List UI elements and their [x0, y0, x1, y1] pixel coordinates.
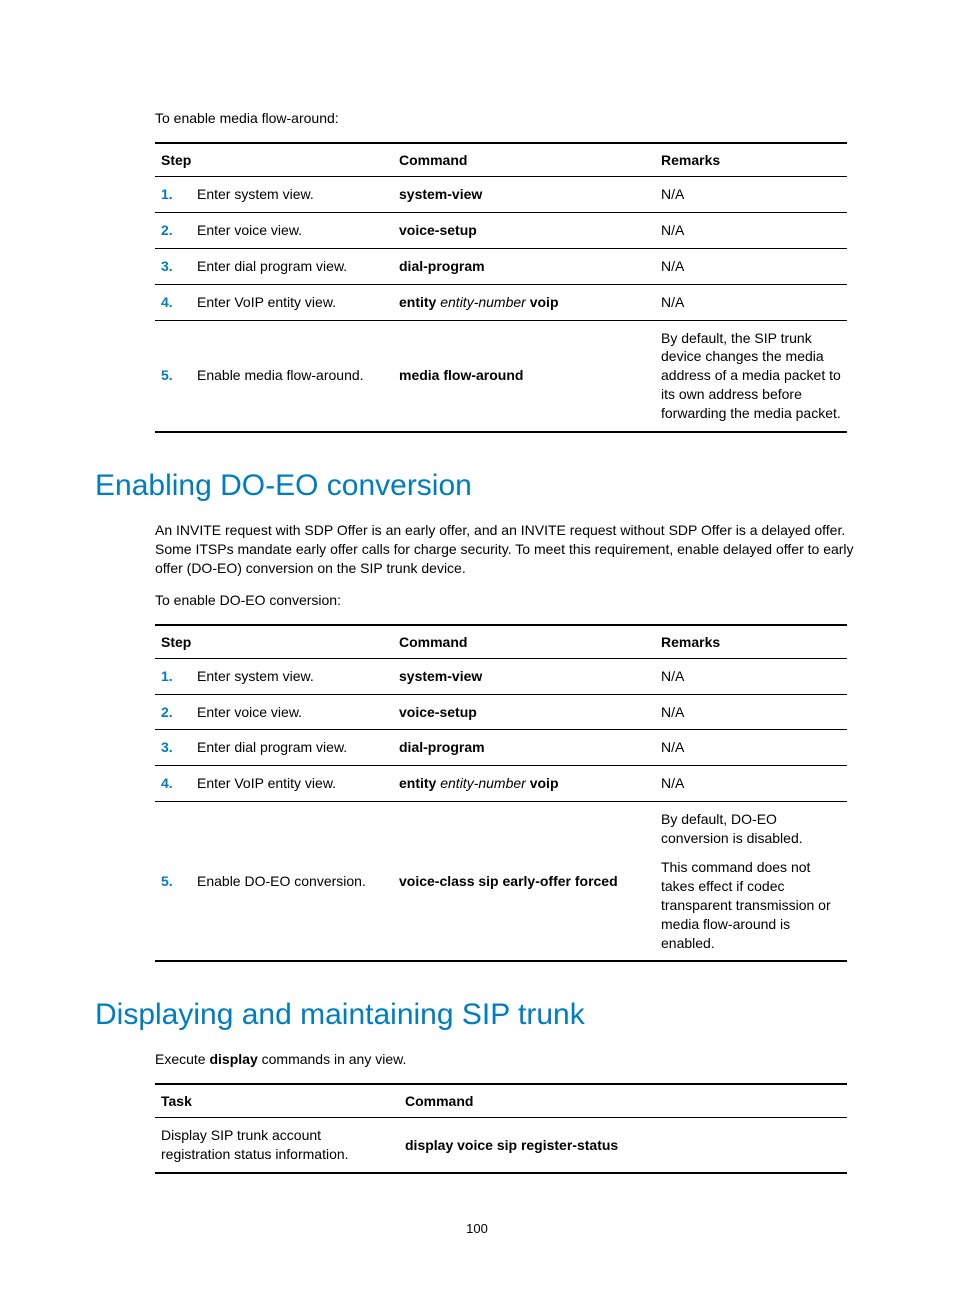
command-text: entity entity-number voip	[393, 766, 655, 802]
command-text: voice-setup	[393, 212, 655, 248]
col-header-command: Command	[399, 1084, 847, 1118]
cmd-bold: voice-setup	[399, 222, 477, 238]
table-row: 5. Enable DO-EO conversion. voice-class …	[155, 802, 847, 962]
step-number: 3.	[155, 248, 191, 284]
col-header-command: Command	[393, 625, 655, 659]
text-pre: Execute	[155, 1051, 209, 1067]
command-text: dial-program	[393, 248, 655, 284]
remarks-para-2: This command does not takes effect if co…	[661, 858, 841, 952]
cmd-bold: dial-program	[399, 739, 485, 755]
cmd-bold: media flow-around	[399, 367, 523, 383]
remarks-text: N/A	[655, 694, 847, 730]
table-row: Display SIP trunk account registration s…	[155, 1118, 847, 1173]
table-row: 4. Enter VoIP entity view. entity entity…	[155, 284, 847, 320]
command-text: dial-program	[393, 730, 655, 766]
step-number: 2.	[155, 694, 191, 730]
remarks-para-1: By default, DO-EO conversion is disabled…	[661, 810, 841, 848]
command-text: media flow-around	[393, 320, 655, 432]
document-page: To enable media flow-around: Step Comman…	[0, 0, 954, 1296]
col-header-remarks: Remarks	[655, 625, 847, 659]
cmd-italic: entity-number	[436, 775, 529, 791]
cmd-bold: system-view	[399, 668, 482, 684]
cmd-bold: voice-class sip early-offer forced	[399, 873, 618, 889]
remarks-text: By default, the SIP trunk device changes…	[655, 320, 847, 432]
col-header-step: Step	[155, 625, 393, 659]
col-header-task: Task	[155, 1084, 399, 1118]
cmd-bold: display voice sip register-status	[405, 1137, 618, 1153]
command-text: voice-setup	[393, 694, 655, 730]
col-header-command: Command	[393, 143, 655, 177]
text-bold-display: display	[209, 1051, 257, 1067]
table-media-flow-around: Step Command Remarks 1. Enter system vie…	[155, 142, 847, 433]
command-text: system-view	[393, 177, 655, 213]
remarks-text: N/A	[655, 730, 847, 766]
paragraph-display-intro: Execute display commands in any view.	[155, 1050, 859, 1069]
task-text: Display SIP trunk account registration s…	[155, 1118, 399, 1173]
remarks-text: N/A	[655, 248, 847, 284]
cmd-bold: voip	[530, 775, 559, 791]
table-row: 1. Enter system view. system-view N/A	[155, 177, 847, 213]
cmd-italic: entity-number	[436, 294, 529, 310]
remarks-text: By default, DO-EO conversion is disabled…	[655, 802, 847, 962]
command-text: entity entity-number voip	[393, 284, 655, 320]
step-number: 4.	[155, 766, 191, 802]
step-text: Enter VoIP entity view.	[191, 766, 393, 802]
step-number: 2.	[155, 212, 191, 248]
step-number: 3.	[155, 730, 191, 766]
table-do-eo-conversion: Step Command Remarks 1. Enter system vie…	[155, 624, 847, 963]
cmd-bold: voip	[530, 294, 559, 310]
table-row: 2. Enter voice view. voice-setup N/A	[155, 694, 847, 730]
step-text: Enter dial program view.	[191, 248, 393, 284]
col-header-remarks: Remarks	[655, 143, 847, 177]
step-text: Enable media flow-around.	[191, 320, 393, 432]
cmd-bold: dial-program	[399, 258, 485, 274]
intro-text-media-flow: To enable media flow-around:	[155, 110, 859, 126]
table-row: 3. Enter dial program view. dial-program…	[155, 730, 847, 766]
heading-enabling-do-eo: Enabling DO-EO conversion	[95, 469, 859, 503]
step-number: 1.	[155, 658, 191, 694]
command-text: voice-class sip early-offer forced	[393, 802, 655, 962]
col-header-step: Step	[155, 143, 393, 177]
text-post: commands in any view.	[258, 1051, 407, 1067]
table-row: 5. Enable media flow-around. media flow-…	[155, 320, 847, 432]
step-text: Enter VoIP entity view.	[191, 284, 393, 320]
cmd-bold: voice-setup	[399, 704, 477, 720]
step-text: Enter voice view.	[191, 694, 393, 730]
step-text: Enter system view.	[191, 658, 393, 694]
cmd-bold: system-view	[399, 186, 482, 202]
step-number: 5.	[155, 320, 191, 432]
table-row: 1. Enter system view. system-view N/A	[155, 658, 847, 694]
cmd-bold: entity	[399, 775, 436, 791]
remarks-text: N/A	[655, 284, 847, 320]
intro-text-do-eo: To enable DO-EO conversion:	[155, 592, 859, 608]
remarks-text: N/A	[655, 658, 847, 694]
remarks-text: N/A	[655, 212, 847, 248]
table-display-commands: Task Command Display SIP trunk account r…	[155, 1083, 847, 1174]
step-text: Enable DO-EO conversion.	[191, 802, 393, 962]
paragraph-do-eo-desc: An INVITE request with SDP Offer is an e…	[155, 521, 859, 578]
command-text: system-view	[393, 658, 655, 694]
table-row: 3. Enter dial program view. dial-program…	[155, 248, 847, 284]
page-number: 100	[0, 1221, 954, 1236]
step-text: Enter system view.	[191, 177, 393, 213]
step-number: 4.	[155, 284, 191, 320]
step-number: 5.	[155, 802, 191, 962]
table-row: 2. Enter voice view. voice-setup N/A	[155, 212, 847, 248]
remarks-text: N/A	[655, 177, 847, 213]
heading-displaying-maintaining: Displaying and maintaining SIP trunk	[95, 998, 859, 1032]
remarks-text: N/A	[655, 766, 847, 802]
cmd-bold: entity	[399, 294, 436, 310]
table-row: 4. Enter VoIP entity view. entity entity…	[155, 766, 847, 802]
command-text: display voice sip register-status	[399, 1118, 847, 1173]
step-text: Enter dial program view.	[191, 730, 393, 766]
step-number: 1.	[155, 177, 191, 213]
step-text: Enter voice view.	[191, 212, 393, 248]
